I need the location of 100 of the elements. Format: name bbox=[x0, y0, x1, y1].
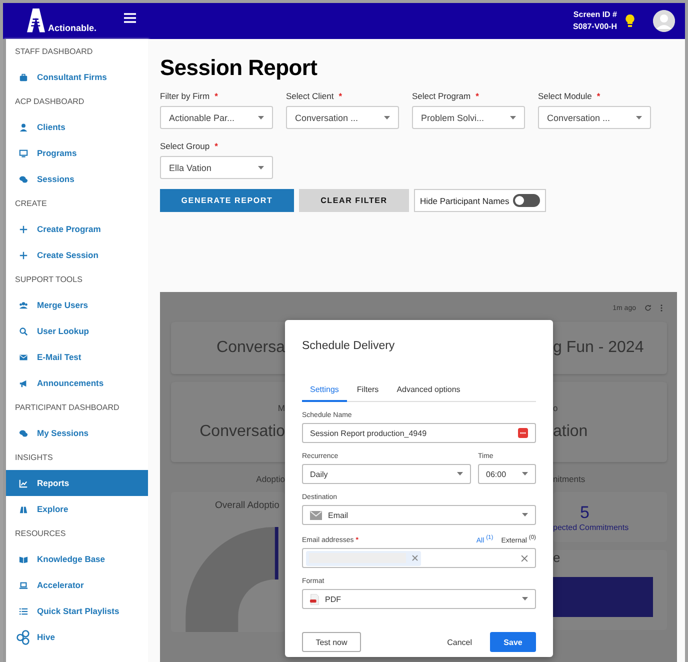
required-mark: * bbox=[338, 91, 342, 101]
field-label: Filter by Firm bbox=[160, 91, 210, 101]
pdf-file-icon bbox=[310, 594, 319, 605]
sidebar-item[interactable]: Reports bbox=[6, 470, 148, 496]
dropdown-arrow-icon bbox=[522, 472, 528, 476]
sidebar-item[interactable]: Create Program bbox=[6, 216, 148, 242]
envelope-icon bbox=[19, 352, 28, 362]
field-label: Select Module bbox=[538, 91, 592, 101]
chart-title: Overall Adoptio bbox=[215, 500, 280, 511]
hive-icon bbox=[16, 630, 31, 644]
section-label: Adoptio bbox=[255, 474, 285, 484]
select-field[interactable]: Email bbox=[302, 505, 536, 525]
dialog-tab[interactable]: Filters bbox=[348, 381, 387, 402]
sidebar-item[interactable]: Hive bbox=[6, 624, 148, 650]
dropdown-arrow-icon bbox=[636, 116, 642, 120]
select-field[interactable]: Daily bbox=[302, 464, 471, 484]
select-field[interactable]: 06:00 bbox=[478, 464, 536, 484]
chat-icon bbox=[19, 428, 28, 438]
sidebar-item[interactable]: Quick Start Playlists bbox=[6, 598, 148, 624]
stat-value: 5 bbox=[580, 502, 590, 522]
cancel-button[interactable]: Cancel bbox=[441, 636, 478, 648]
book-icon bbox=[19, 554, 28, 564]
laptop-icon bbox=[19, 580, 28, 590]
section-heading: CREATE bbox=[14, 198, 48, 210]
clear-icon[interactable] bbox=[521, 554, 528, 562]
select-field[interactable]: Problem Solvi... bbox=[412, 106, 525, 129]
plus-icon bbox=[19, 224, 28, 234]
users-icon bbox=[19, 300, 28, 310]
sidebar-item[interactable]: My Sessions bbox=[6, 420, 148, 446]
screen-id: S087-V00-H bbox=[572, 21, 617, 33]
card-title: g Fun - 2024 bbox=[553, 339, 645, 357]
select-field[interactable]: Ella Vation bbox=[160, 156, 273, 179]
section-heading: PARTICIPANT DASHBOARD bbox=[14, 402, 120, 414]
password-manager-icon[interactable] bbox=[518, 428, 528, 438]
metric-value: ation bbox=[553, 423, 589, 441]
logo-icon bbox=[27, 7, 45, 33]
lightbulb-icon[interactable] bbox=[625, 14, 635, 28]
sidebar-item[interactable]: Programs bbox=[6, 140, 148, 166]
sidebar-item[interactable]: Accelerator bbox=[6, 572, 148, 598]
sidebar-item[interactable]: E-Mail Test bbox=[6, 344, 148, 370]
sidebar-item[interactable]: Create Session bbox=[6, 242, 148, 268]
binoculars-icon bbox=[19, 504, 28, 514]
clear-filter-button[interactable]: CLEAR FILTER bbox=[299, 189, 409, 212]
sidebar-item[interactable]: Knowledge Base bbox=[6, 546, 148, 572]
select-field[interactable]: Conversation ... bbox=[286, 106, 399, 129]
field-label: Select Program bbox=[412, 91, 471, 101]
select-field[interactable]: PDF bbox=[302, 589, 536, 610]
logo-text: Actionable. bbox=[48, 23, 97, 33]
section-heading: INSIGHTS bbox=[14, 452, 54, 464]
chat-icon bbox=[19, 174, 28, 184]
required-mark: * bbox=[476, 91, 479, 101]
dropdown-arrow-icon bbox=[510, 116, 516, 120]
refresh-icon[interactable] bbox=[644, 304, 652, 312]
plus-icon bbox=[19, 250, 28, 260]
section-heading: RESOURCES bbox=[14, 528, 67, 540]
dialog-tab[interactable]: Settings bbox=[302, 381, 347, 402]
envelope-icon bbox=[310, 510, 322, 520]
dropdown-arrow-icon bbox=[522, 597, 528, 602]
sidebar-item[interactable]: Announcements bbox=[6, 370, 148, 396]
sidebar-item[interactable]: User Lookup bbox=[6, 318, 148, 344]
sidebar-item[interactable]: Sessions bbox=[6, 166, 148, 192]
metric-value: Conversatio bbox=[198, 423, 285, 441]
avatar-icon[interactable] bbox=[653, 10, 675, 32]
menu-icon[interactable] bbox=[124, 13, 136, 23]
sidebar-item[interactable]: Consultant Firms bbox=[6, 64, 148, 90]
dropdown-arrow-icon bbox=[384, 116, 390, 120]
test-now-button[interactable]: Test now bbox=[302, 632, 361, 652]
required-mark: * bbox=[214, 91, 218, 101]
dropdown-arrow-icon bbox=[258, 116, 264, 120]
sidebar-item[interactable]: Clients bbox=[6, 114, 148, 140]
screen-id-label: Screen ID # bbox=[573, 9, 617, 21]
save-button[interactable]: Save bbox=[490, 632, 536, 652]
required-mark: * bbox=[596, 91, 600, 101]
dropdown-arrow-icon bbox=[522, 513, 528, 517]
person-icon bbox=[19, 122, 28, 132]
dialog-title: Schedule Delivery bbox=[302, 340, 396, 352]
sidebar-item[interactable]: Merge Users bbox=[6, 292, 148, 318]
megaphone-icon bbox=[19, 378, 28, 388]
remove-icon[interactable] bbox=[412, 555, 418, 562]
briefcase-icon bbox=[19, 72, 28, 82]
stat-label: pected Commitments bbox=[553, 522, 629, 532]
section-heading: STAFF DASHBOARD bbox=[14, 46, 94, 58]
search-icon bbox=[19, 326, 28, 336]
toggle-label: Hide Participant Names bbox=[420, 196, 510, 206]
dropdown-arrow-icon bbox=[457, 472, 463, 476]
generate-report-button[interactable]: GENERATE REPORT bbox=[160, 189, 294, 212]
select-field[interactable]: Actionable Par... bbox=[160, 106, 273, 129]
monitor-icon bbox=[19, 148, 28, 158]
chart-title: e bbox=[553, 550, 562, 565]
more-icon[interactable] bbox=[660, 304, 663, 312]
input-field[interactable] bbox=[302, 548, 536, 568]
chart-icon bbox=[19, 478, 28, 488]
page-title: Session Report bbox=[160, 55, 318, 81]
required-mark: * bbox=[214, 141, 218, 151]
select-field[interactable]: Conversation ... bbox=[538, 106, 651, 129]
input-field[interactable]: Session Report production_4949 bbox=[302, 423, 536, 443]
sidebar-item[interactable]: Explore bbox=[6, 496, 148, 522]
dialog-tab[interactable]: Advanced options bbox=[388, 381, 468, 402]
field-label: Select Client bbox=[286, 91, 334, 101]
toggle-switch[interactable] bbox=[513, 194, 540, 207]
